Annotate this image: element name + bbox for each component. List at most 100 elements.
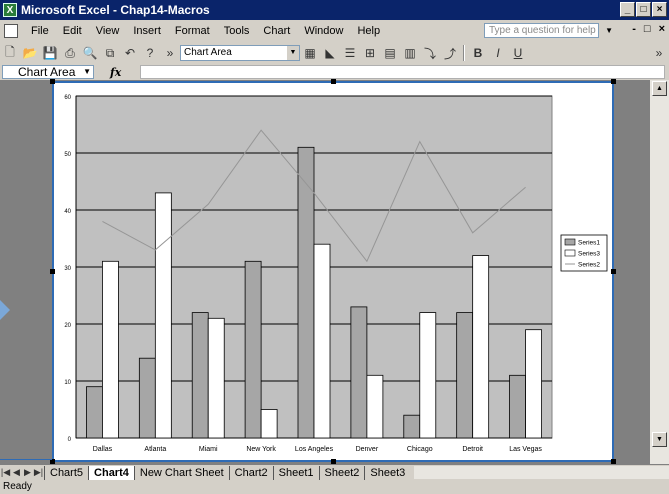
bar-series3[interactable] [472, 255, 490, 439]
chevron-down-icon[interactable]: ▼ [287, 46, 299, 60]
insert-function-icon[interactable]: fx [110, 66, 121, 79]
copy-icon[interactable]: ⧉ [102, 45, 118, 61]
resize-handle[interactable] [50, 79, 55, 84]
print-icon[interactable]: ⎙ [62, 45, 78, 61]
chart-area[interactable]: 0 10 20 30 40 50 60 Dallas Atlanta Miami New York… [50, 79, 616, 464]
chart-objects-select[interactable]: Chart Area ▼ [180, 45, 300, 61]
menu-format[interactable]: Format [168, 25, 217, 37]
chart-svg: 0 10 20 30 40 50 60 Dallas Atlanta Miami New York… [64, 95, 608, 453]
status-text: Ready [3, 481, 32, 492]
format-chart-area-icon[interactable]: ▦ [302, 45, 318, 61]
bar-series3[interactable] [102, 260, 119, 439]
angle-text-down-icon[interactable]: ⤵ [422, 45, 438, 61]
menu-chart[interactable]: Chart [256, 25, 297, 37]
scroll-down-icon[interactable]: ▼ [652, 432, 667, 447]
doc-restore-button[interactable]: □ [644, 23, 651, 35]
legend-icon[interactable]: ☰ [342, 45, 358, 61]
bar-series3[interactable] [525, 329, 542, 439]
bar-series3[interactable] [366, 374, 384, 439]
menu-window[interactable]: Window [297, 25, 350, 37]
y-tick-label: 0 [68, 437, 72, 443]
tab-sheet2[interactable]: Sheet2 [318, 465, 365, 480]
legend-label: Series3 [578, 251, 600, 258]
bar-series1[interactable] [138, 357, 156, 439]
chart-objects-value: Chart Area [184, 47, 232, 58]
help-search-input[interactable]: Type a question for help [484, 23, 599, 38]
help-icon[interactable]: ? [142, 45, 158, 61]
maximize-button[interactable]: □ [636, 2, 651, 17]
undo-icon[interactable]: ↶ [122, 45, 138, 61]
bar-series3[interactable] [154, 192, 172, 439]
menu-edit[interactable]: Edit [56, 25, 89, 37]
menu-tools[interactable]: Tools [217, 25, 257, 37]
chart-type-icon[interactable]: ◣ [322, 45, 338, 61]
doc-close-button[interactable]: × [659, 23, 665, 35]
bar-series1[interactable] [86, 386, 103, 439]
bar-series3[interactable] [260, 409, 278, 439]
callout-line [0, 459, 52, 460]
tab-chart2[interactable]: Chart2 [228, 465, 273, 480]
save-icon[interactable]: 💾 [42, 45, 58, 61]
name-box[interactable]: Chart Area ▼ [2, 65, 94, 79]
menu-insert[interactable]: Insert [126, 25, 168, 37]
name-box-value: Chart Area [18, 65, 76, 79]
last-sheet-icon[interactable]: ▶| [33, 467, 44, 478]
tab-sheet3[interactable]: Sheet3 [364, 465, 410, 480]
toolbar-options-icon[interactable]: » [651, 45, 667, 61]
menu-file[interactable]: File [24, 25, 56, 37]
bar-series1[interactable] [350, 306, 368, 439]
first-sheet-icon[interactable]: |◀ [0, 467, 11, 478]
next-sheet-icon[interactable]: ▶ [22, 467, 33, 478]
resize-handle[interactable] [50, 269, 55, 274]
by-row-icon[interactable]: ▤ [382, 45, 398, 61]
horizontal-scrollbar[interactable] [414, 466, 669, 479]
tab-sheet1[interactable]: Sheet1 [272, 465, 319, 480]
status-bar: Ready [0, 480, 669, 494]
data-table-icon[interactable]: ⊞ [362, 45, 378, 61]
bar-series1[interactable] [191, 312, 209, 439]
prev-sheet-icon[interactable]: ◀ [11, 467, 22, 478]
bar-series1[interactable] [297, 146, 315, 439]
italic-icon[interactable]: I [490, 45, 506, 61]
bar-series1[interactable] [509, 374, 526, 439]
help-dropdown-icon[interactable]: ▼ [605, 26, 613, 35]
excel-icon[interactable]: X [3, 3, 17, 17]
document-icon[interactable] [4, 24, 18, 38]
x-tick-label: Los Angeles [295, 446, 334, 453]
y-tick-label: 10 [64, 380, 71, 386]
tab-chart5[interactable]: Chart5 [44, 465, 88, 480]
title-bar: X Microsoft Excel - Chap14-Macros _ □ × [0, 0, 669, 20]
toolbar-options-icon[interactable]: » [162, 45, 178, 61]
doc-minimize-button[interactable]: - [632, 23, 636, 35]
menu-help[interactable]: Help [350, 25, 387, 37]
by-column-icon[interactable]: ▥ [402, 45, 418, 61]
bold-icon[interactable]: B [470, 45, 486, 61]
bar-series1[interactable] [456, 312, 474, 439]
new-icon[interactable]: 🗋 [2, 45, 18, 61]
tab-new-chart-sheet[interactable]: New Chart Sheet [133, 465, 229, 480]
scroll-up-icon[interactable]: ▲ [652, 81, 667, 96]
bar-series1[interactable] [403, 414, 421, 439]
legend[interactable]: Series1 Series3 Series2 [560, 234, 608, 272]
resize-handle[interactable] [331, 79, 336, 84]
bar-series3[interactable] [313, 243, 331, 439]
close-button[interactable]: × [652, 2, 667, 17]
formula-input[interactable] [140, 65, 665, 79]
tab-chart4[interactable]: Chart4 [88, 465, 134, 480]
print-preview-icon[interactable]: 🔍 [82, 45, 98, 61]
bar-series1[interactable] [244, 260, 262, 439]
menu-bar: File Edit View Insert Format Tools Chart… [0, 20, 669, 42]
bar-series3[interactable] [207, 317, 225, 439]
vertical-scrollbar[interactable]: ▲ ▼ [650, 80, 669, 464]
underline-icon[interactable]: U [510, 45, 526, 61]
angle-text-up-icon[interactable]: ⤴ [442, 45, 458, 61]
chevron-down-icon[interactable]: ▼ [83, 66, 91, 78]
open-icon[interactable]: 📂 [22, 45, 38, 61]
menu-view[interactable]: View [89, 25, 127, 37]
x-tick-label: Miami [199, 446, 218, 453]
resize-handle[interactable] [611, 79, 616, 84]
resize-handle[interactable] [611, 269, 616, 274]
bar-series3[interactable] [419, 312, 437, 439]
sheet-tabs-bar: |◀ ◀ ▶ ▶| Chart5 Chart4 New Chart Sheet … [0, 464, 669, 480]
minimize-button[interactable]: _ [620, 2, 635, 17]
